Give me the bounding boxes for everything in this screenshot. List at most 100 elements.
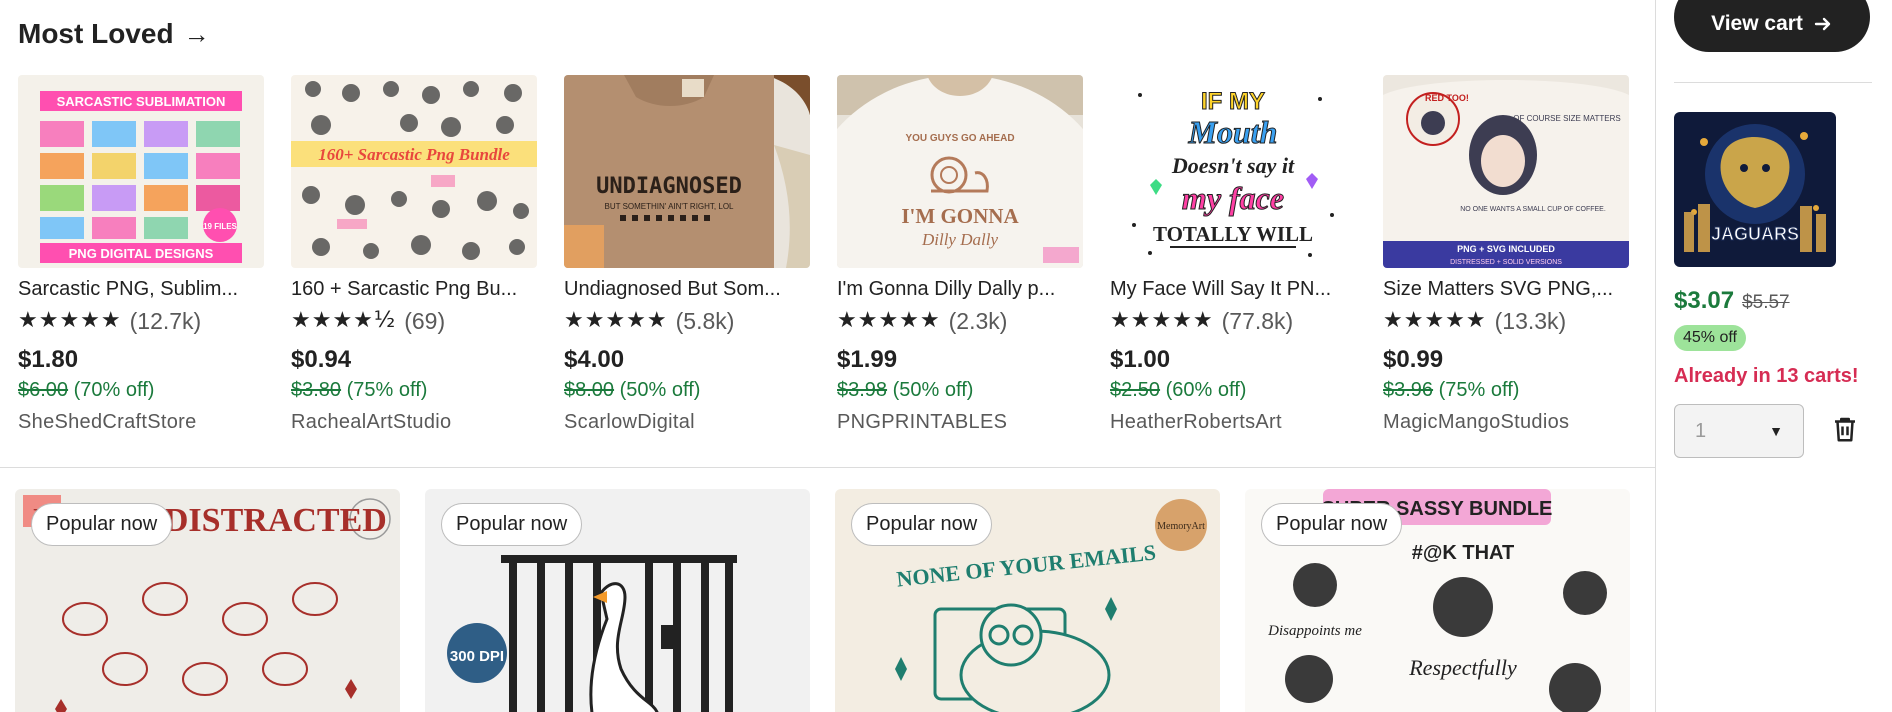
cart-sidebar: View cart JAGUARS $3.07 $5.57 45% off Al… bbox=[1655, 0, 1892, 712]
star-rating-icon: ★★★★★ bbox=[564, 308, 668, 333]
shop-name[interactable]: ScarlowDigital bbox=[564, 410, 810, 434]
trash-icon[interactable] bbox=[1830, 414, 1860, 444]
review-count: (12.7k) bbox=[129, 308, 202, 334]
original-price: $3.80 bbox=[291, 379, 342, 401]
cart-item-price: $3.07 $5.57 bbox=[1674, 287, 1790, 315]
section-title-text: Most Loved bbox=[18, 18, 174, 49]
quantity-select[interactable]: 1 ▼ bbox=[1674, 404, 1804, 458]
product-image[interactable]: SARCASTIC SUBLIMATION 19 FILES PNG DIGIT… bbox=[18, 75, 264, 268]
product-title[interactable]: Size Matters SVG PNG,... bbox=[1383, 276, 1629, 302]
svg-text:160+ Sarcastic Png Bundle: 160+ Sarcastic Png Bundle bbox=[318, 145, 510, 164]
sale-price: $1.99 bbox=[837, 346, 898, 373]
product-rating: ★★★★★ (13.3k) bbox=[1383, 308, 1629, 334]
sarcastic-sublimation-image: SARCASTIC SUBLIMATION 19 FILES PNG DIGIT… bbox=[18, 75, 264, 268]
caret-down-icon: ▼ bbox=[1769, 423, 1783, 439]
popular-listing-card[interactable]: SUPER SASSY BUNDLE #@K THAT Disappoints … bbox=[1245, 489, 1630, 712]
product-title[interactable]: I'm Gonna Dilly Dally p... bbox=[837, 276, 1083, 302]
svg-text:Dilly Dally: Dilly Dally bbox=[921, 230, 998, 249]
product-rating: ★★★★½ (69) bbox=[291, 308, 537, 334]
product-rating: ★★★★★ (77.8k) bbox=[1110, 308, 1356, 334]
popular-listing-card[interactable]: EASILY DISTRACTED Popular now bbox=[15, 489, 400, 712]
original-price-row: $2.50 (60% off) bbox=[1110, 378, 1356, 402]
product-card[interactable]: YOU GUYS GO AHEAD I'M GONNA Dilly Dally … bbox=[837, 75, 1083, 434]
svg-text:SARCASTIC SUBLIMATION: SARCASTIC SUBLIMATION bbox=[57, 94, 226, 109]
popular-now-badge: Popular now bbox=[1261, 503, 1403, 546]
view-cart-label: View cart bbox=[1711, 12, 1803, 35]
product-title[interactable]: My Face Will Say It PN... bbox=[1110, 276, 1356, 302]
popular-listings: EASILY DISTRACTED Popular now 300 DPI Po… bbox=[15, 489, 1630, 712]
svg-text:19 FILES: 19 FILES bbox=[203, 222, 237, 231]
product-card[interactable]: UNDIAGNOSED BUT SOMETHIN' AIN'T RIGHT, L… bbox=[564, 75, 810, 434]
jaguars-tumbler-image: JAGUARS bbox=[1674, 112, 1836, 267]
product-image[interactable]: YOU GUYS GO AHEAD I'M GONNA Dilly Dally bbox=[837, 75, 1083, 268]
shop-name[interactable]: MagicMangoStudios bbox=[1383, 410, 1629, 434]
arrow-right-icon: → bbox=[183, 18, 210, 49]
sale-price: $4.00 bbox=[564, 346, 625, 373]
arrow-right-icon bbox=[1814, 17, 1831, 31]
review-count: (5.8k) bbox=[675, 308, 735, 334]
review-count: (2.3k) bbox=[948, 308, 1008, 334]
shop-name[interactable]: PNGPRINTABLES bbox=[837, 410, 1083, 434]
size-matters-shirt-image: RED TOO! OF COURSE SIZE MATTERS NO ONE W… bbox=[1383, 75, 1629, 268]
product-card[interactable]: IF MY Mouth Doesn't say it my face TOTAL… bbox=[1110, 75, 1356, 434]
popular-listing-card[interactable]: 300 DPI Popular now bbox=[425, 489, 810, 712]
svg-text:300 DPI: 300 DPI bbox=[450, 648, 504, 665]
product-image[interactable]: UNDIAGNOSED BUT SOMETHIN' AIN'T RIGHT, L… bbox=[564, 75, 810, 268]
popular-now-badge: Popular now bbox=[851, 503, 993, 546]
star-rating-icon: ★★★★½ bbox=[291, 308, 397, 333]
product-image[interactable]: 160+ Sarcastic Png Bundle bbox=[291, 75, 537, 268]
svg-text:OF COURSE SIZE MATTERS: OF COURSE SIZE MATTERS bbox=[1513, 114, 1620, 123]
svg-text:Respectfully: Respectfully bbox=[1408, 655, 1517, 680]
svg-text:Mouth: Mouth bbox=[1188, 114, 1278, 150]
discount-percent: (50% off) bbox=[619, 379, 701, 401]
product-card[interactable]: RED TOO! OF COURSE SIZE MATTERS NO ONE W… bbox=[1383, 75, 1629, 434]
product-rating: ★★★★★ (5.8k) bbox=[564, 308, 810, 334]
popular-listing-card[interactable]: NONE OF YOUR EMAILS MemoryArt Popular no… bbox=[835, 489, 1220, 712]
main-content: Most Loved → SARCASTIC SUBLIMATION 19 FI… bbox=[0, 0, 1655, 712]
star-rating-icon: ★★★★★ bbox=[18, 308, 122, 333]
svg-text:my face: my face bbox=[1182, 180, 1284, 216]
view-cart-button[interactable]: View cart bbox=[1674, 0, 1870, 52]
svg-text:Disappoints me: Disappoints me bbox=[1267, 623, 1362, 639]
in-carts-alert: Already in 13 carts! bbox=[1674, 365, 1859, 387]
product-title[interactable]: 160 + Sarcastic Png Bu... bbox=[291, 276, 537, 302]
dilly-dally-sweatshirt-image: YOU GUYS GO AHEAD I'M GONNA Dilly Dally bbox=[837, 75, 1083, 268]
svg-text:I'M GONNA: I'M GONNA bbox=[901, 204, 1019, 228]
product-title[interactable]: Sarcastic PNG, Sublim... bbox=[18, 276, 264, 302]
star-rating-icon: ★★★★★ bbox=[837, 308, 941, 333]
original-price-row: $6.00 (70% off) bbox=[18, 378, 264, 402]
original-price: $8.00 bbox=[564, 379, 615, 401]
cart-original-price: $5.57 bbox=[1742, 292, 1790, 313]
product-card[interactable]: SARCASTIC SUBLIMATION 19 FILES PNG DIGIT… bbox=[18, 75, 264, 434]
discount-percent: (75% off) bbox=[346, 379, 428, 401]
product-image[interactable]: RED TOO! OF COURSE SIZE MATTERS NO ONE W… bbox=[1383, 75, 1629, 268]
product-image[interactable]: IF MY Mouth Doesn't say it my face TOTAL… bbox=[1110, 75, 1356, 268]
original-price: $3.98 bbox=[837, 379, 888, 401]
original-price: $6.00 bbox=[18, 379, 69, 401]
undiagnosed-shirt-image: UNDIAGNOSED BUT SOMETHIN' AIN'T RIGHT, L… bbox=[564, 75, 810, 268]
product-card[interactable]: 160+ Sarcastic Png Bundle 160 + Sarcasti… bbox=[291, 75, 537, 434]
svg-text:UNDIAGNOSED: UNDIAGNOSED bbox=[596, 174, 742, 199]
discount-percent: (60% off) bbox=[1165, 379, 1247, 401]
section-title-most-loved[interactable]: Most Loved → bbox=[18, 18, 210, 50]
cart-item-image[interactable]: JAGUARS bbox=[1674, 112, 1836, 267]
sidebar-divider bbox=[1674, 82, 1872, 83]
sale-price: $1.00 bbox=[1110, 346, 1171, 373]
star-rating-icon: ★★★★★ bbox=[1110, 308, 1214, 333]
review-count: (13.3k) bbox=[1494, 308, 1567, 334]
popular-now-badge: Popular now bbox=[441, 503, 583, 546]
original-price: $2.50 bbox=[1110, 379, 1161, 401]
sale-price: $0.94 bbox=[291, 346, 352, 373]
sarcastic-png-bundle-image: 160+ Sarcastic Png Bundle bbox=[291, 75, 537, 268]
svg-text:NO ONE WANTS A SMALL CUP OF CO: NO ONE WANTS A SMALL CUP OF COFFEE. bbox=[1460, 206, 1606, 213]
svg-text:IF MY: IF MY bbox=[1201, 88, 1265, 115]
my-face-will-say-it-image: IF MY Mouth Doesn't say it my face TOTAL… bbox=[1110, 75, 1356, 268]
shop-name[interactable]: HeatherRobertsArt bbox=[1110, 410, 1356, 434]
svg-text:TOTALLY WILL: TOTALLY WILL bbox=[1153, 222, 1313, 246]
review-count: (69) bbox=[404, 308, 446, 334]
shop-name[interactable]: RachealArtStudio bbox=[291, 410, 537, 434]
product-title[interactable]: Undiagnosed But Som... bbox=[564, 276, 810, 302]
svg-text:DISTRESSED + SOLID VERSIONS: DISTRESSED + SOLID VERSIONS bbox=[1450, 259, 1562, 266]
review-count: (77.8k) bbox=[1221, 308, 1294, 334]
shop-name[interactable]: SheShedCraftStore bbox=[18, 410, 264, 434]
